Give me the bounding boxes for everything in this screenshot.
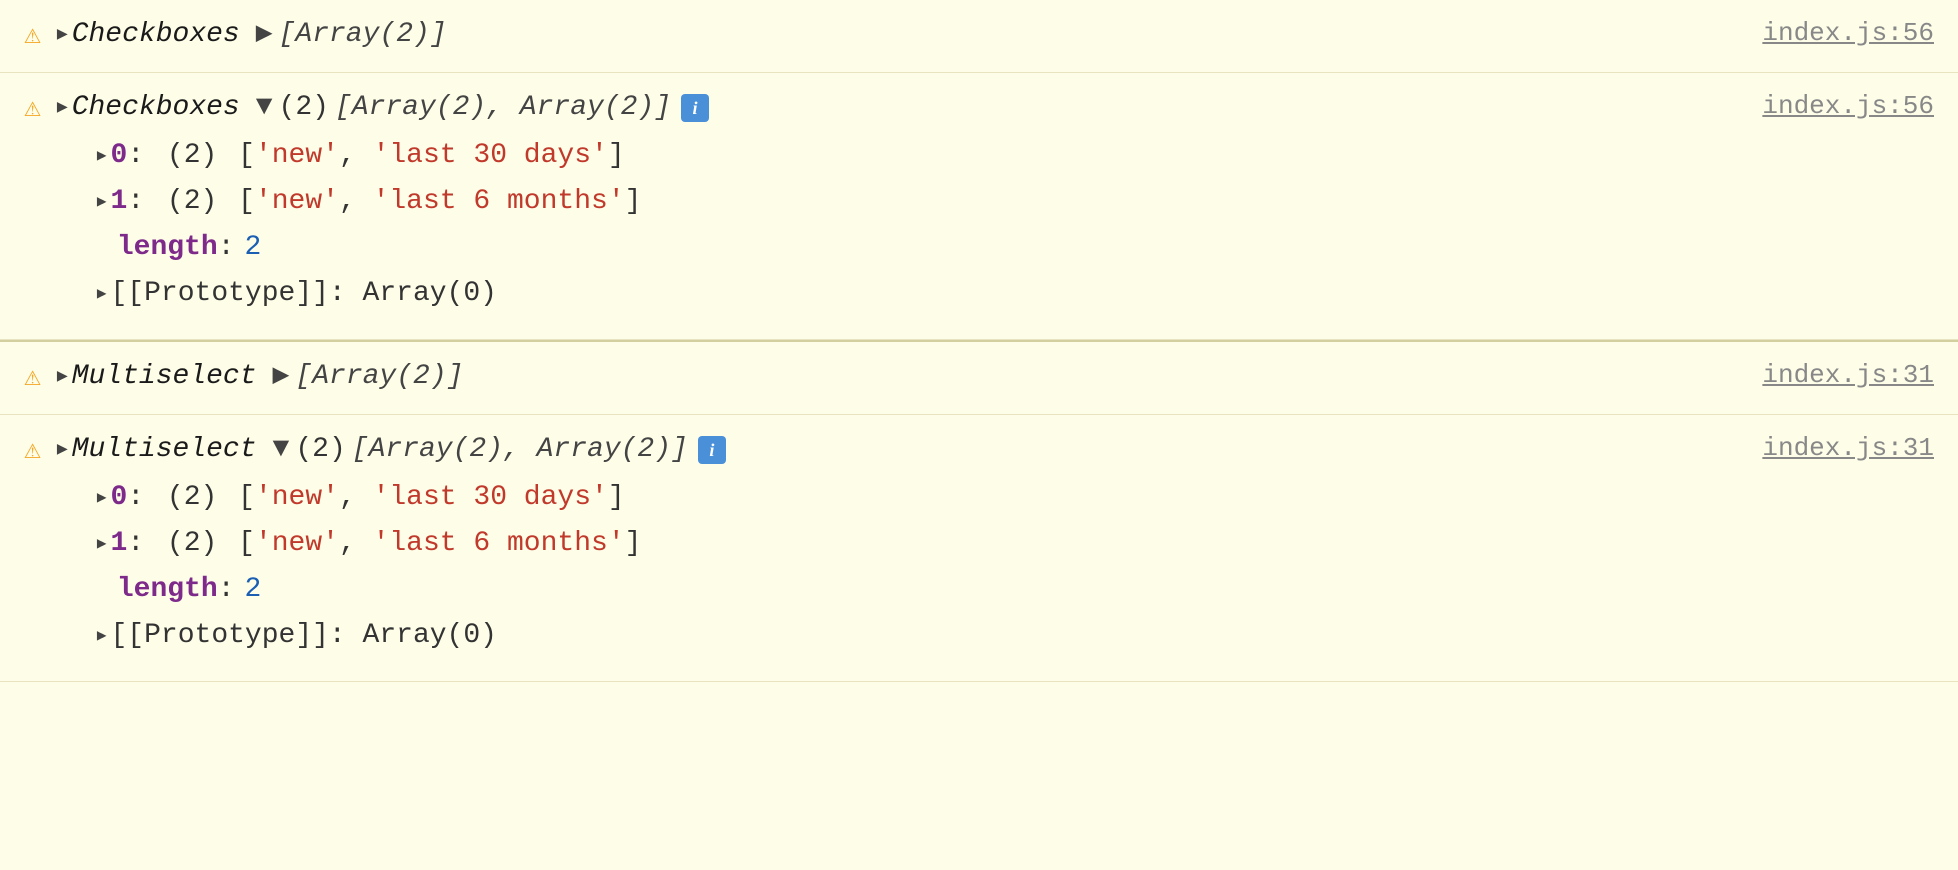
index-4-1: 1: [111, 523, 128, 565]
row-header-2: ▶ Checkboxes ▼ (2) [Array(2), Array(2)] …: [57, 87, 1723, 129]
bracket-close-2-1: ]: [625, 181, 642, 223]
val2-4-0: 'last 30 days': [373, 477, 608, 519]
expand-triangle-4[interactable]: ▶: [57, 437, 68, 464]
expand-triangle-1[interactable]: ▶: [57, 22, 68, 49]
array-preview-2: [Array(2), Array(2)]: [335, 87, 671, 129]
val2-2-1: 'last 6 months': [373, 181, 625, 223]
console-panel: ⚠ ▶ Checkboxes ▶ [Array(2)] index.js:56 …: [0, 0, 1958, 682]
source-name-1: Checkboxes: [72, 14, 240, 56]
comma-2-1: ,: [339, 181, 373, 223]
row-content-4: ▶ Multiselect ▼ (2) [Array(2), Array(2)]…: [57, 429, 1723, 661]
info-icon-2[interactable]: i: [681, 94, 709, 122]
val1-4-0: 'new': [255, 477, 339, 519]
expand-triangle-array-1[interactable]: ▶: [256, 14, 273, 56]
colon-2-0: :: [127, 135, 161, 177]
colon-4-0: :: [127, 477, 161, 519]
list-item-2-0: ▶ 0 : (2) [ 'new' , 'last 30 days' ]: [97, 135, 1723, 177]
warning-icon-2: ⚠: [24, 89, 41, 131]
comma-4-0: ,: [339, 477, 373, 519]
list-item-4-0: ▶ 0 : (2) [ 'new' , 'last 30 days' ]: [97, 477, 1723, 519]
paren-4-1: (2): [167, 523, 217, 565]
length-colon-4: :: [218, 569, 235, 611]
prototype-text-2: [[Prototype]]: Array(0): [111, 273, 497, 315]
index-2-0: 0: [111, 135, 128, 177]
warning-icon-3: ⚠: [24, 358, 41, 400]
row-content-3: ▶ Multiselect ▶ [Array(2)]: [57, 356, 1723, 398]
val2-2-0: 'last 30 days': [373, 135, 608, 177]
source-name-3: Multiselect: [72, 356, 257, 398]
comma-4-1: ,: [339, 523, 373, 565]
warning-icon-4: ⚠: [24, 431, 41, 473]
expand-triangle-2[interactable]: ▶: [57, 95, 68, 122]
expanded-content-2: ▶ 0 : (2) [ 'new' , 'last 30 days' ] ▶ 1…: [97, 135, 1723, 319]
list-item-2-1: ▶ 1 : (2) [ 'new' , 'last 6 months' ]: [97, 181, 1723, 223]
colon-4-1: :: [127, 523, 161, 565]
bracket-close-4-0: ]: [608, 477, 625, 519]
index-2-1: 1: [111, 181, 128, 223]
bracket-2-0: [: [221, 135, 255, 177]
array-preview-1: [Array(2)]: [279, 14, 447, 56]
row-header-3: ▶ Multiselect ▶ [Array(2)]: [57, 356, 1723, 398]
row-header-4: ▶ Multiselect ▼ (2) [Array(2), Array(2)]…: [57, 429, 1723, 471]
row-header-1: ▶ Checkboxes ▶ [Array(2)]: [57, 14, 1723, 56]
val2-4-1: 'last 6 months': [373, 523, 625, 565]
array-count-4: (2): [295, 429, 345, 471]
item-triangle-4-1[interactable]: ▶: [97, 532, 107, 556]
paren-2-0: (2): [167, 135, 217, 177]
bracket-close-2-0: ]: [608, 135, 625, 177]
colon-2-1: :: [127, 181, 161, 223]
item-triangle-2-0[interactable]: ▶: [97, 144, 107, 168]
source-name-4: Multiselect: [72, 429, 257, 471]
proto-triangle-4[interactable]: ▶: [97, 624, 107, 648]
console-row-4: ⚠ ▶ Multiselect ▼ (2) [Array(2), Array(2…: [0, 415, 1958, 682]
file-link-3[interactable]: index.js:31: [1722, 356, 1934, 395]
length-label-4: length: [117, 569, 218, 611]
length-value-2: 2: [245, 227, 262, 269]
comma-2-0: ,: [339, 135, 373, 177]
length-label-2: length: [117, 227, 218, 269]
row-content-2: ▶ Checkboxes ▼ (2) [Array(2), Array(2)] …: [57, 87, 1723, 319]
item-triangle-2-1[interactable]: ▶: [97, 190, 107, 214]
console-row-3: ⚠ ▶ Multiselect ▶ [Array(2)] index.js:31: [0, 342, 1958, 415]
paren-4-0: (2): [167, 477, 217, 519]
length-row-2: length : 2: [97, 227, 1723, 269]
paren-2-1: (2): [167, 181, 217, 223]
item-triangle-4-0[interactable]: ▶: [97, 486, 107, 510]
index-4-0: 0: [111, 477, 128, 519]
array-preview-4: [Array(2), Array(2)]: [352, 429, 688, 471]
row-content-1: ▶ Checkboxes ▶ [Array(2)]: [57, 14, 1723, 56]
expand-triangle-3[interactable]: ▶: [57, 364, 68, 391]
bracket-4-0: [: [221, 477, 255, 519]
length-value-4: 2: [245, 569, 262, 611]
expand-triangle-array-3[interactable]: ▶: [273, 356, 290, 398]
val1-2-1: 'new': [255, 181, 339, 223]
array-count-2: (2): [279, 87, 329, 129]
val1-4-1: 'new': [255, 523, 339, 565]
console-row-1: ⚠ ▶ Checkboxes ▶ [Array(2)] index.js:56: [0, 0, 1958, 73]
collapse-triangle-4[interactable]: ▼: [273, 429, 290, 471]
file-link-4[interactable]: index.js:31: [1722, 429, 1934, 468]
length-row-4: length : 2: [97, 569, 1723, 611]
proto-triangle-2[interactable]: ▶: [97, 282, 107, 306]
prototype-row-4: ▶ [[Prototype]]: Array(0): [97, 615, 1723, 657]
length-colon-2: :: [218, 227, 235, 269]
bracket-2-1: [: [221, 181, 255, 223]
list-item-4-1: ▶ 1 : (2) [ 'new' , 'last 6 months' ]: [97, 523, 1723, 565]
array-preview-3: [Array(2)]: [295, 356, 463, 398]
collapse-triangle-2[interactable]: ▼: [256, 87, 273, 129]
console-row-2: ⚠ ▶ Checkboxes ▼ (2) [Array(2), Array(2)…: [0, 73, 1958, 340]
file-link-2[interactable]: index.js:56: [1722, 87, 1934, 126]
info-icon-4[interactable]: i: [698, 436, 726, 464]
val1-2-0: 'new': [255, 135, 339, 177]
prototype-row-2: ▶ [[Prototype]]: Array(0): [97, 273, 1723, 315]
bracket-close-4-1: ]: [625, 523, 642, 565]
bracket-4-1: [: [221, 523, 255, 565]
source-name-2: Checkboxes: [72, 87, 240, 129]
file-link-1[interactable]: index.js:56: [1722, 14, 1934, 53]
expanded-content-4: ▶ 0 : (2) [ 'new' , 'last 30 days' ] ▶ 1…: [97, 477, 1723, 661]
warning-icon-1: ⚠: [24, 16, 41, 58]
prototype-text-4: [[Prototype]]: Array(0): [111, 615, 497, 657]
